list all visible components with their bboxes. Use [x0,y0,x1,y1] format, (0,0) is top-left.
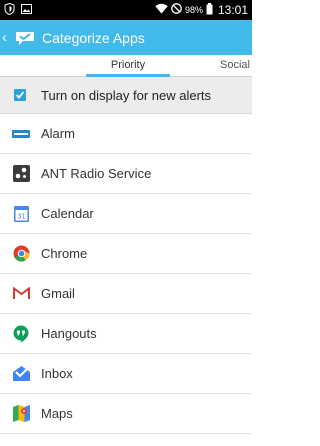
image-icon [21,3,32,17]
alarm-icon [12,125,30,143]
gmail-icon [12,285,30,303]
shield-icon [4,2,15,18]
app-label: Inbox [41,366,73,381]
app-logo-icon[interactable] [14,27,36,49]
display-alerts-label: Turn on display for new alerts [41,87,212,103]
page-title: Categorize Apps [42,29,145,46]
hangouts-icon [12,325,30,343]
app-label: Chrome [41,246,88,261]
maps-icon [12,405,30,423]
display-alerts-toggle-row[interactable]: Turn on display for new alerts [0,77,252,114]
calendar-icon: 31 [12,205,30,223]
battery-percent: 98% [184,5,203,15]
app-label: Alarm [41,126,75,141]
display-alerts-checkbox[interactable] [14,89,26,101]
list-item[interactable]: Gmail [0,274,252,314]
app-label: Gmail [41,286,75,301]
list-item[interactable]: Alarm [0,114,252,154]
tab-bar: Priority Social [0,55,252,77]
status-bar: 98% 13:01 [0,0,252,20]
status-time: 13:01 [217,3,248,17]
list-item[interactable]: ANT Radio Service [0,154,252,194]
ant-radio-icon [12,165,30,183]
battery-icon [206,2,213,18]
list-item[interactable]: Maps [0,394,252,434]
tab-social[interactable]: Social [220,59,250,71]
wifi-icon [155,3,168,17]
chrome-icon [12,245,30,263]
list-item[interactable]: Hangouts [0,314,252,354]
tab-priority[interactable]: Priority [104,59,152,71]
list-item[interactable]: 31 Calendar [0,194,252,234]
back-chevron-icon[interactable]: ‹ [2,30,12,45]
svg-text:31: 31 [17,213,25,220]
list-item[interactable]: Inbox [0,354,252,394]
inbox-icon [12,365,30,383]
do-not-disturb-icon [171,3,182,17]
app-label: Hangouts [41,326,97,341]
app-label: ANT Radio Service [41,166,152,181]
app-label: Maps [41,406,73,421]
list-item[interactable]: Chrome [0,234,252,274]
app-list: Alarm ANT Radio Service 31 Calendar Chro… [0,114,252,434]
app-bar: ‹ Categorize Apps [0,20,252,55]
app-label: Calendar [41,206,94,221]
